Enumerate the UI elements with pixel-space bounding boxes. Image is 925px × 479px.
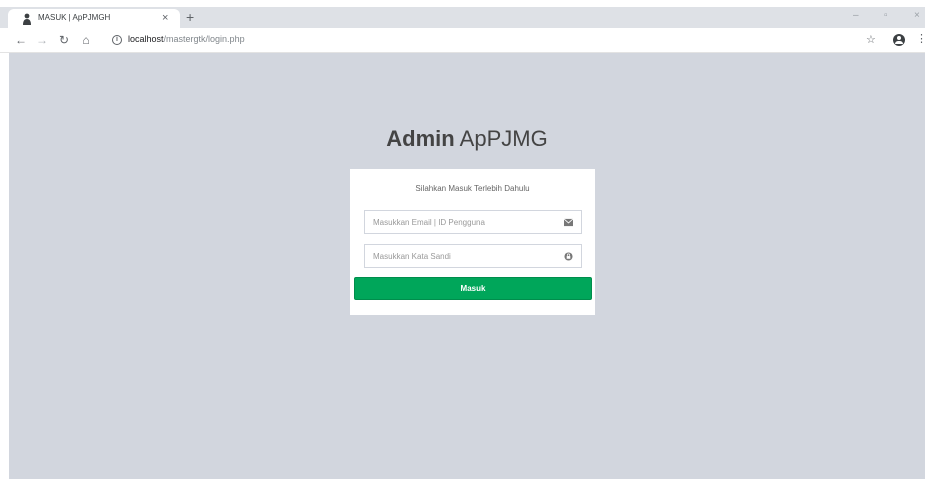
restore-icon[interactable]: ▫ <box>884 10 888 22</box>
browser-tab-strip: MASUK | ApPJMGH × + – ▫ × <box>0 7 925 28</box>
reload-icon[interactable]: ↻ <box>57 33 71 47</box>
email-field[interactable] <box>364 210 582 234</box>
browser-menu-icon[interactable]: ⋮ <box>916 33 925 45</box>
password-input[interactable] <box>365 245 555 267</box>
browser-tab[interactable]: MASUK | ApPJMGH × <box>8 9 180 28</box>
new-tab-button[interactable]: + <box>186 8 194 26</box>
profile-avatar-icon[interactable] <box>893 34 905 46</box>
tab-title: MASUK | ApPJMGH <box>38 13 111 22</box>
logo-bold: Admin <box>386 126 455 151</box>
login-submit-button[interactable]: Masuk <box>354 277 592 300</box>
page-viewport: Admin ApPJMG Silahkan Masuk Terlebih Dah… <box>9 53 925 479</box>
minimize-icon[interactable]: – <box>853 10 859 22</box>
info-icon[interactable]: i <box>112 35 122 45</box>
password-field[interactable] <box>364 244 582 268</box>
login-box-message: Silahkan Masuk Terlebih Dahulu <box>415 184 530 193</box>
browser-toolbar: ← → ↻ ⌂ i localhost/mastergtk/login.php … <box>0 28 925 53</box>
cropped-top-strip <box>0 0 925 7</box>
bookmark-star-icon[interactable]: ☆ <box>866 34 876 46</box>
envelope-icon <box>564 218 573 227</box>
logo-light: ApPJMG <box>459 126 548 151</box>
user-icon <box>23 13 31 25</box>
url-host: localhost <box>128 34 164 44</box>
forward-arrow-icon[interactable]: → <box>35 33 49 47</box>
tab-close-icon[interactable]: × <box>162 11 168 25</box>
address-bar[interactable]: i localhost/mastergtk/login.php <box>100 31 860 50</box>
login-box: Silahkan Masuk Terlebih Dahulu Masuk <box>350 169 595 315</box>
url-text: localhost/mastergtk/login.php <box>128 34 245 44</box>
url-path: /mastergtk/login.php <box>163 34 245 44</box>
back-arrow-icon[interactable]: ← <box>14 33 28 47</box>
login-logo: Admin ApPJMG <box>9 126 925 152</box>
lock-icon <box>564 252 573 261</box>
email-input[interactable] <box>365 211 555 233</box>
close-window-icon[interactable]: × <box>914 10 920 22</box>
home-icon[interactable]: ⌂ <box>79 33 93 47</box>
